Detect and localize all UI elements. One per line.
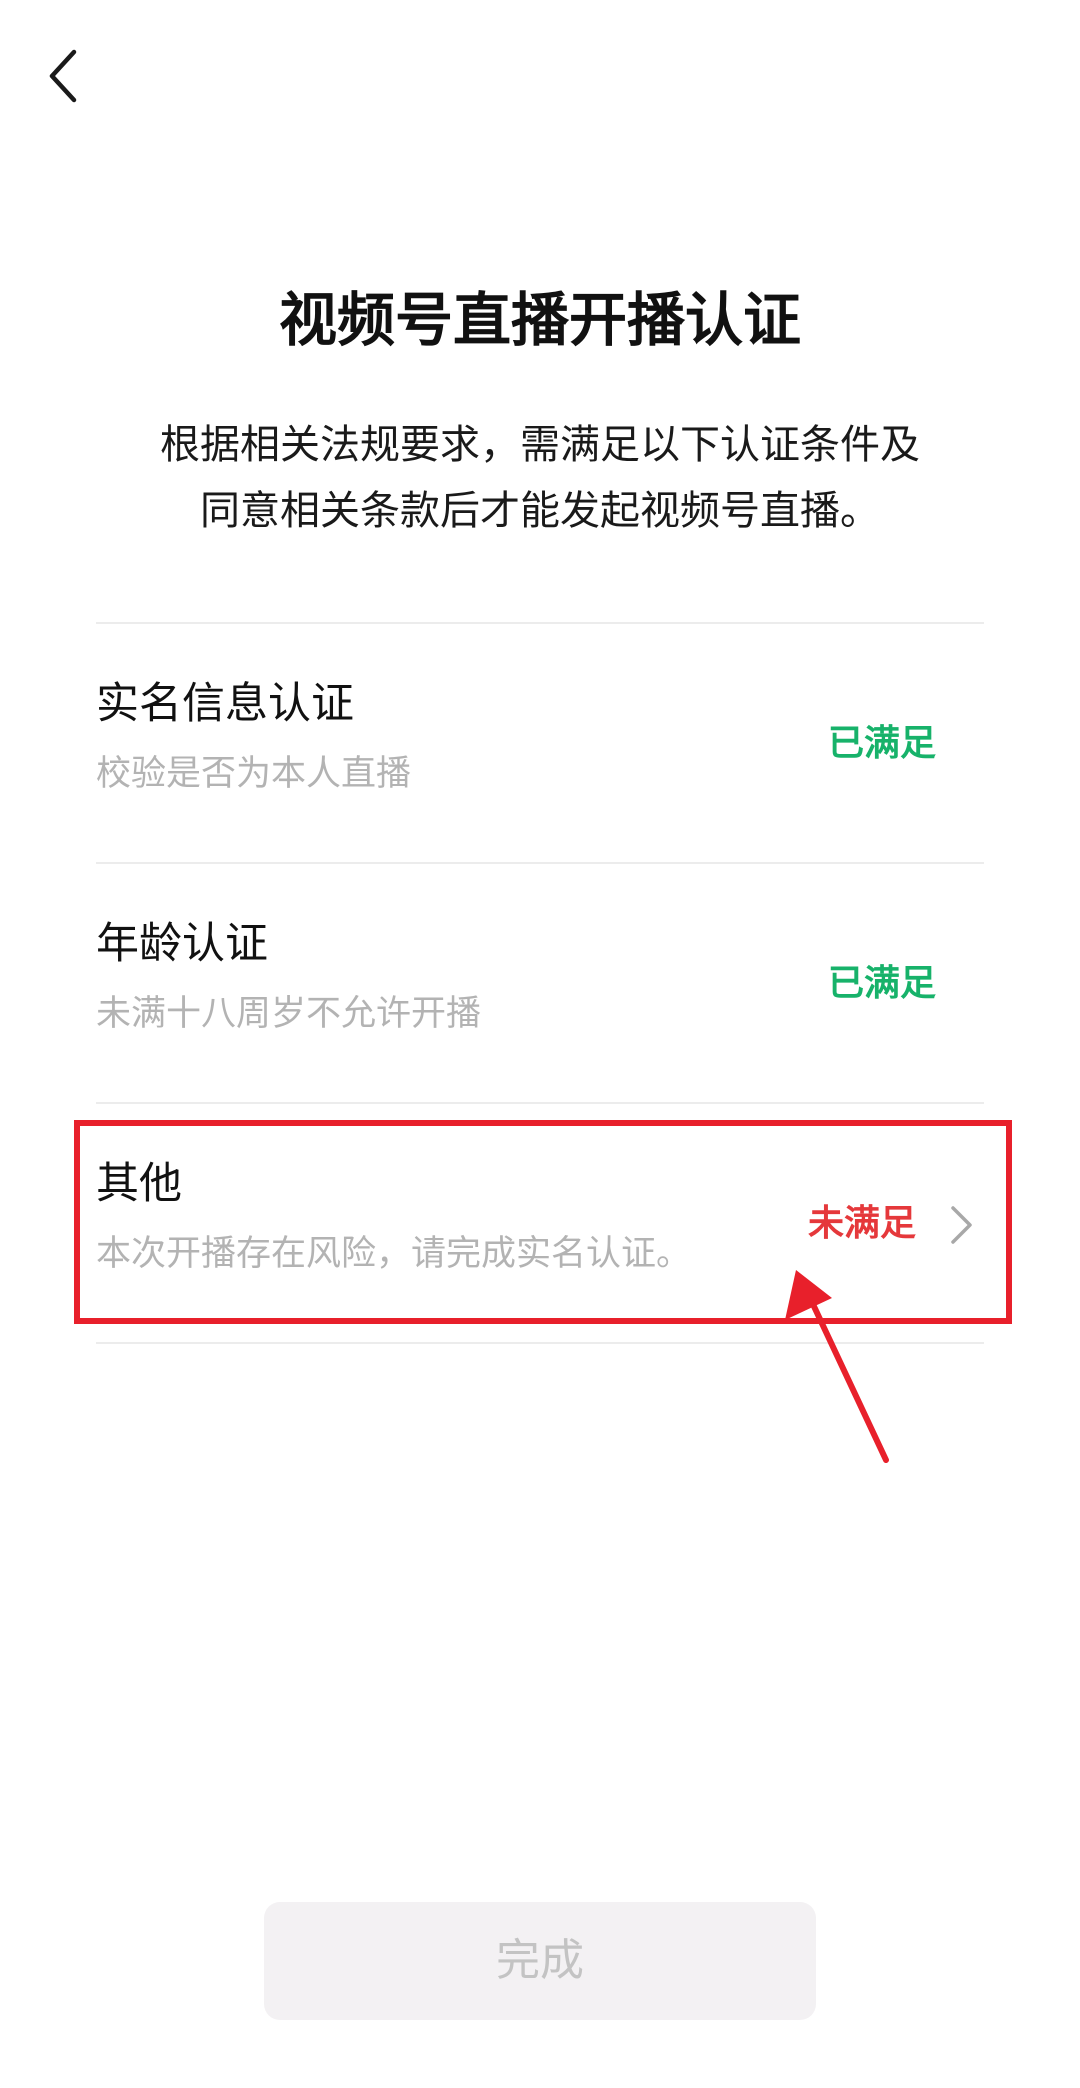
- requirement-description: 本次开播存在风险，请完成实名认证。: [96, 1234, 692, 1274]
- requirement-row-other[interactable]: 其他 本次开播存在风险，请完成实名认证。 未满足: [96, 1104, 984, 1344]
- status-badge: 已满足: [827, 723, 936, 764]
- requirement-title: 实名信息认证: [96, 679, 354, 729]
- status-badge: 未满足: [807, 1203, 916, 1244]
- requirement-description: 未满十八周岁不允许开播: [96, 994, 482, 1034]
- page-description-line: 同意相关条款后才能发起视频号直播。: [200, 488, 880, 534]
- page-title: 视频号直播开播认证: [278, 286, 801, 354]
- requirement-row-age: 年龄认证 未满十八周岁不允许开播 已满足: [96, 864, 984, 1104]
- requirement-description: 校验是否为本人直播: [96, 754, 412, 794]
- requirement-title: 年龄认证: [96, 919, 268, 969]
- requirement-title: 其他: [96, 1159, 182, 1209]
- status-badge: 已满足: [827, 963, 936, 1004]
- requirement-row-real-name: 实名信息认证 校验是否为本人直播 已满足: [96, 624, 984, 864]
- chevron-left-icon: [40, 44, 90, 108]
- page-description: 根据相关法规要求，需满足以下认证条件及 同意相关条款后才能发起视频号直播。: [96, 412, 984, 544]
- page-description-line: 根据相关法规要求，需满足以下认证条件及: [160, 422, 920, 468]
- chevron-right-icon: [946, 1202, 976, 1248]
- done-button[interactable]: 完成: [264, 1902, 816, 2020]
- back-button[interactable]: [40, 44, 90, 108]
